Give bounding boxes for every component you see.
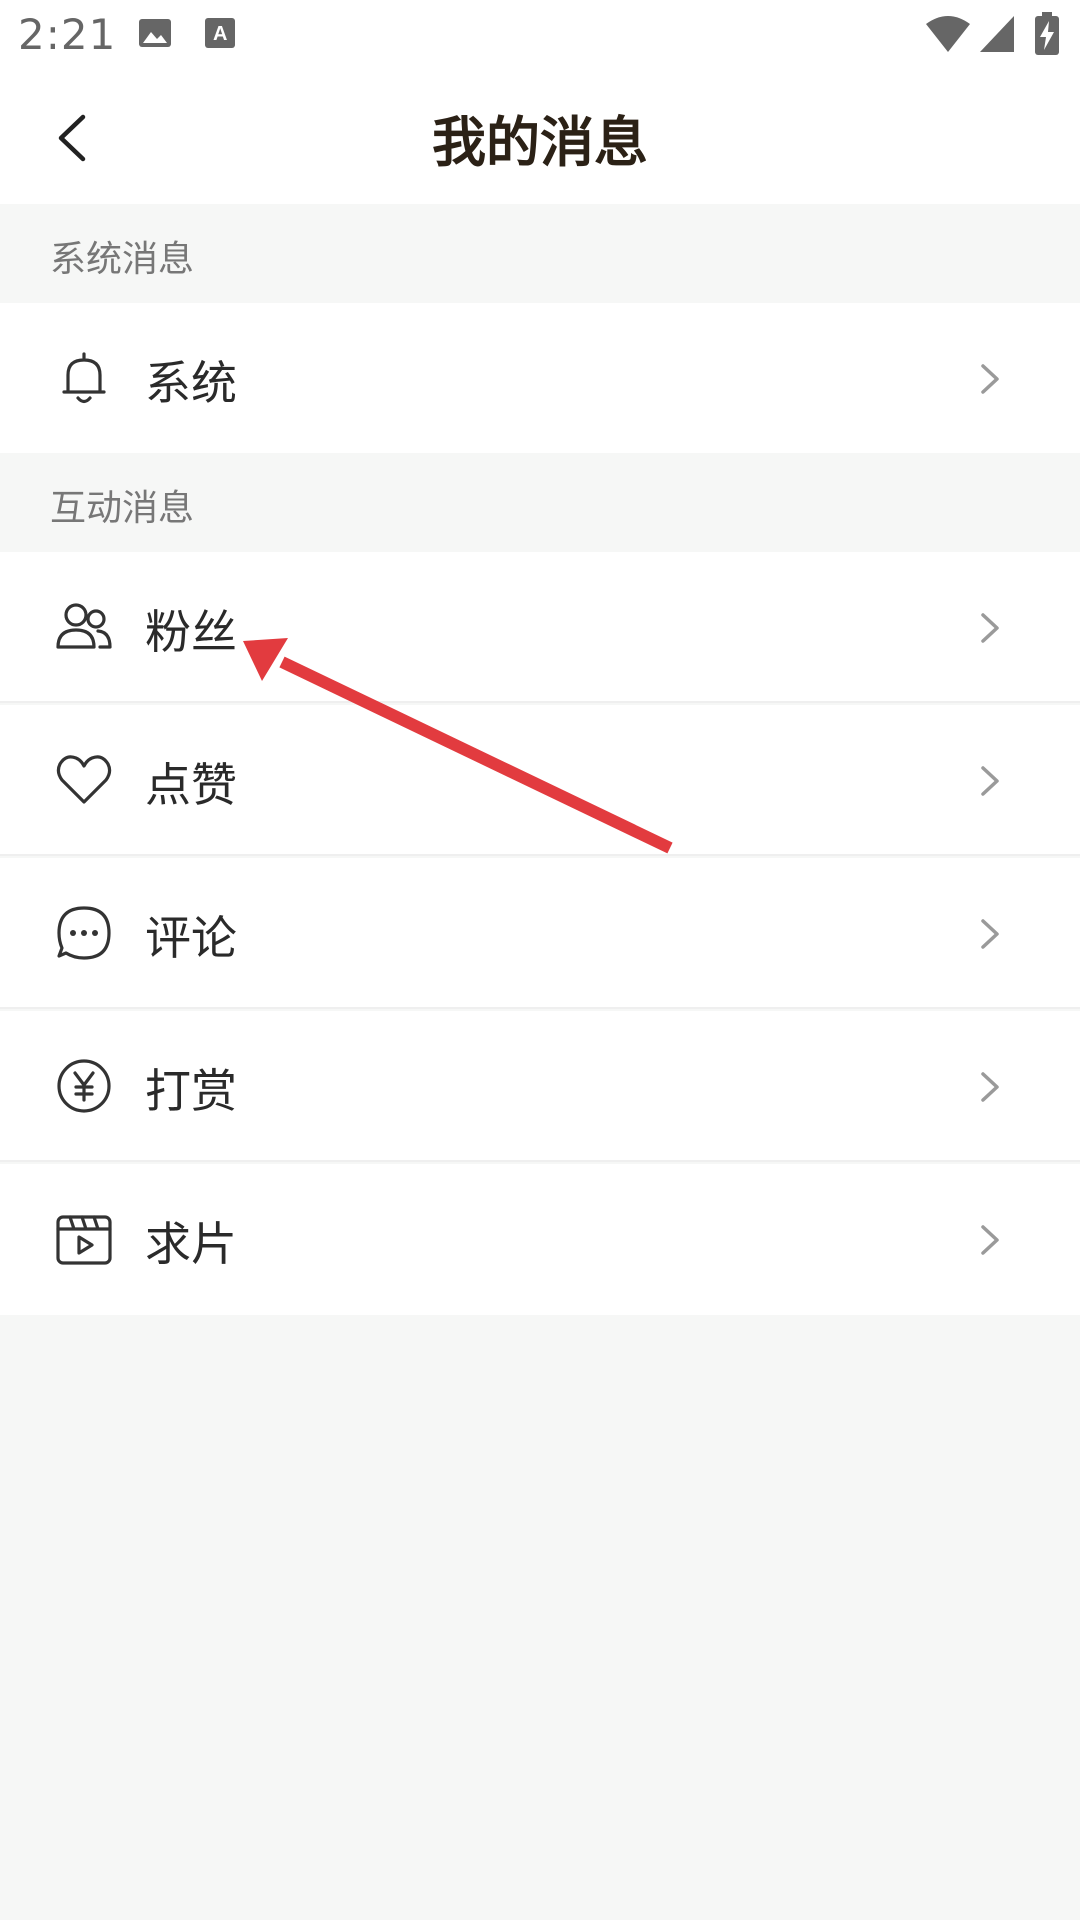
chevron-right-icon xyxy=(981,613,999,643)
bell-icon xyxy=(62,352,106,404)
list-item-fans[interactable]: 粉丝 xyxy=(0,552,1080,703)
section-header-interaction: 互动消息 xyxy=(0,453,1080,552)
chevron-right-icon xyxy=(981,364,999,394)
chevron-right-icon xyxy=(981,1072,999,1102)
row-label: 系统 xyxy=(145,356,237,410)
chevron-right-icon xyxy=(981,766,999,796)
users-icon xyxy=(56,603,112,649)
list-item-requests[interactable]: 求片 xyxy=(0,1164,1080,1315)
chevron-right-icon xyxy=(981,1225,999,1255)
section-title: 系统消息 xyxy=(50,239,195,280)
section-title: 互动消息 xyxy=(50,488,195,529)
heart-icon xyxy=(56,755,112,804)
video-clapper-icon xyxy=(56,1215,112,1265)
row-label: 打赏 xyxy=(145,1064,237,1118)
status-bar: 2:21 A xyxy=(0,0,1080,72)
signal-icon xyxy=(978,14,1016,58)
app-header: 我的消息 xyxy=(0,72,1080,204)
svg-text:A: A xyxy=(213,23,227,45)
list-item-likes[interactable]: 点赞 xyxy=(0,705,1080,856)
row-label: 点赞 xyxy=(145,758,237,812)
row-label: 粉丝 xyxy=(145,605,237,659)
list-item-tips[interactable]: 打赏 xyxy=(0,1011,1080,1162)
chat-bubble-icon xyxy=(57,906,111,960)
status-time: 2:21 xyxy=(18,10,117,59)
image-icon xyxy=(138,16,172,54)
row-label: 评论 xyxy=(145,911,237,965)
row-label: 求片 xyxy=(145,1217,237,1271)
section-header-system: 系统消息 xyxy=(0,204,1080,303)
page-title: 我的消息 xyxy=(432,111,648,174)
text-a-icon: A xyxy=(204,16,236,54)
wifi-icon xyxy=(924,14,972,58)
chevron-right-icon xyxy=(981,919,999,949)
yen-coin-icon xyxy=(57,1059,111,1113)
list-item-system[interactable]: 系统 xyxy=(0,303,1080,454)
battery-charging-icon xyxy=(1034,12,1060,60)
list-item-comments[interactable]: 评论 xyxy=(0,858,1080,1009)
